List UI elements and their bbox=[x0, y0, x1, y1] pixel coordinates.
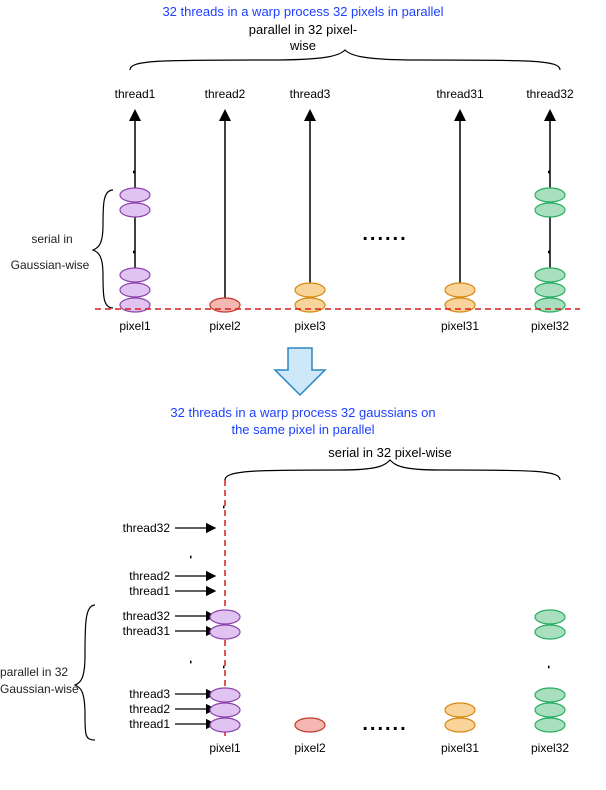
bp1-e5 bbox=[210, 718, 240, 732]
vdots-bp1: ··· bbox=[217, 664, 233, 668]
bottom-title-blue-l1: 32 threads in a warp process 32 gaussian… bbox=[0, 405, 606, 420]
ellipse-p32-d bbox=[535, 283, 565, 297]
thread2-label: thread2 bbox=[205, 87, 246, 101]
top-brace bbox=[130, 50, 560, 70]
bp1-e4 bbox=[210, 703, 240, 717]
top-diagram-svg: thread1 thread2 thread3 thread31 thread3… bbox=[0, 0, 606, 390]
b-thread32-u: thread32 bbox=[123, 521, 171, 535]
bottom-diagram-svg: thread32 ··· thread2 thread1 thread32 th… bbox=[0, 440, 606, 790]
side-label-top-l1: serial in bbox=[12, 232, 92, 246]
big-arrow-down-icon bbox=[270, 345, 330, 400]
ellipse-p1-c bbox=[120, 268, 150, 282]
bp31-e2 bbox=[445, 718, 475, 732]
side-label-bottom-l2: Gaussian-wise bbox=[0, 682, 100, 696]
ellipse-p1-d bbox=[120, 283, 150, 297]
bp2-label: pixel2 bbox=[294, 741, 326, 755]
pixel1-label-top: pixel1 bbox=[119, 319, 151, 333]
b-thread31: thread31 bbox=[123, 624, 171, 638]
bottom-top-brace bbox=[225, 460, 560, 480]
ellipse-p32-a bbox=[535, 188, 565, 202]
thread31-label: thread31 bbox=[436, 87, 484, 101]
bp31-e1 bbox=[445, 703, 475, 717]
vdots-bu: ··· bbox=[184, 554, 200, 558]
bp1-e3 bbox=[210, 688, 240, 702]
bp32-e1 bbox=[535, 610, 565, 624]
pixel31-label-top: pixel31 bbox=[441, 319, 479, 333]
thread1-label: thread1 bbox=[115, 87, 156, 101]
b-thread2: thread2 bbox=[129, 702, 170, 716]
left-brace-top bbox=[93, 190, 113, 308]
ellipse-p1-e bbox=[120, 298, 150, 312]
ellipse-p1-a bbox=[120, 188, 150, 202]
vdots-bp32: ··· bbox=[542, 664, 558, 668]
vdots-bl: ··· bbox=[184, 659, 200, 663]
ellipse-p3-b bbox=[295, 298, 325, 312]
b-thread32: thread32 bbox=[123, 609, 171, 623]
b-thread1-u: thread1 bbox=[129, 584, 170, 598]
thread32-label: thread32 bbox=[526, 87, 574, 101]
b-thread1: thread1 bbox=[129, 717, 170, 731]
thread3-label: thread3 bbox=[290, 87, 331, 101]
vdots-btop: ··· bbox=[217, 504, 233, 508]
ellipse-p32-b bbox=[535, 203, 565, 217]
b-thread2-u: thread2 bbox=[129, 569, 170, 583]
bp32-e4 bbox=[535, 703, 565, 717]
pixel3-label-top: pixel3 bbox=[294, 319, 326, 333]
ellipse-p3-a bbox=[295, 283, 325, 297]
bp32-e5 bbox=[535, 718, 565, 732]
pixel2-label-top: pixel2 bbox=[209, 319, 241, 333]
side-label-top-l2: Gaussian-wise bbox=[0, 258, 100, 272]
bp32-e3 bbox=[535, 688, 565, 702]
side-label-bottom-l1: parallel in 32 bbox=[0, 665, 90, 679]
bottom-title-blue-l2: the same pixel in parallel bbox=[0, 422, 606, 437]
ellipse-p32-c bbox=[535, 268, 565, 282]
ellipse-p32-e bbox=[535, 298, 565, 312]
pixel32-label-top: pixel32 bbox=[531, 319, 569, 333]
ellipse-p31-b bbox=[445, 298, 475, 312]
bp1-label: pixel1 bbox=[209, 741, 241, 755]
ellipse-p2 bbox=[210, 298, 240, 312]
bp32-label: pixel32 bbox=[531, 741, 569, 755]
bp1-e1 bbox=[210, 610, 240, 624]
bp31-label: pixel31 bbox=[441, 741, 479, 755]
hdots-top: ...... bbox=[362, 223, 407, 245]
b-thread3: thread3 bbox=[129, 687, 170, 701]
hdots-bottom: ...... bbox=[362, 713, 407, 735]
diagram-root: 32 threads in a warp process 32 pixels i… bbox=[0, 0, 606, 788]
bp1-e2 bbox=[210, 625, 240, 639]
ellipse-p1-b bbox=[120, 203, 150, 217]
bp32-e2 bbox=[535, 625, 565, 639]
bp2-e bbox=[295, 718, 325, 732]
ellipse-p31-a bbox=[445, 283, 475, 297]
